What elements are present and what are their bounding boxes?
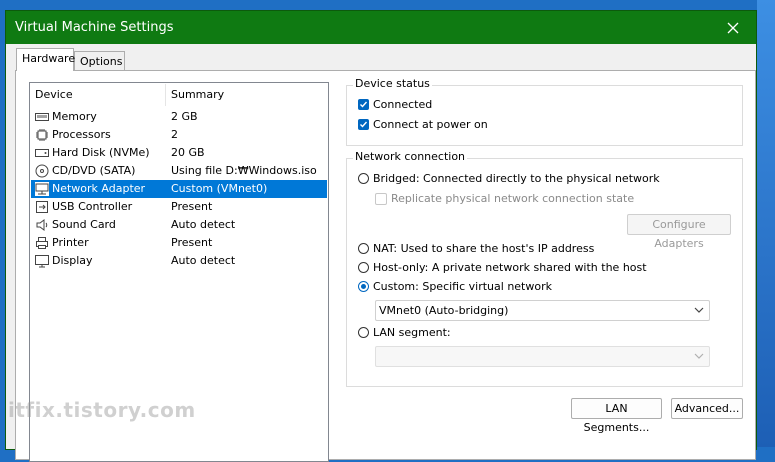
device-summary: Present [171, 200, 213, 213]
lan-segments-button[interactable]: LAN Segments... [571, 398, 662, 434]
device-summary: 2 [171, 128, 178, 141]
replicate-state-checkbox[interactable]: Replicate physical network connection st… [375, 192, 634, 205]
device-summary: 2 GB [171, 110, 198, 123]
device-row-processors[interactable]: Processors 2 [31, 126, 327, 144]
connected-checkbox[interactable]: Connected [358, 98, 432, 111]
lan-segment-label: LAN segment: [373, 326, 451, 339]
device-row-display[interactable]: Display Auto detect [31, 252, 327, 270]
column-header-summary[interactable]: Summary [166, 83, 326, 107]
device-name: Display [52, 254, 93, 267]
bridged-radio[interactable]: Bridged: Connected directly to the physi… [358, 172, 660, 185]
advanced-button[interactable]: Advanced... [671, 398, 743, 419]
device-row-memory[interactable]: Memory 2 GB [31, 108, 327, 126]
chevron-down-icon [694, 353, 704, 359]
cd-dvd-icon [35, 164, 49, 178]
device-summary: Auto detect [171, 218, 236, 231]
device-summary: Present [171, 236, 213, 249]
checkbox-checked-icon [358, 119, 369, 130]
device-name: Printer [52, 236, 89, 249]
tab-options[interactable]: Options [74, 51, 125, 71]
custom-label: Custom: Specific virtual network [373, 280, 552, 293]
device-summary: 20 GB [171, 146, 205, 159]
radio-off-icon [358, 243, 369, 254]
printer-icon [36, 237, 48, 249]
custom-network-dropdown[interactable]: VMnet0 (Auto-bridging) [375, 300, 710, 321]
device-summary: Auto detect [171, 254, 236, 267]
device-name: USB Controller [52, 200, 133, 213]
device-name: Processors [52, 128, 111, 141]
device-name: Network Adapter [52, 182, 146, 195]
network-adapter-icon [35, 182, 49, 196]
radio-on-icon [358, 281, 369, 292]
speaker-icon [36, 219, 48, 231]
device-row-usb-controller[interactable]: USB Controller Present [31, 198, 327, 216]
column-header-device[interactable]: Device [30, 83, 165, 107]
network-connection-label: Network connection [353, 150, 468, 163]
processor-icon [36, 129, 48, 141]
hard-disk-icon [35, 149, 49, 157]
connected-label: Connected [373, 98, 433, 111]
device-row-cd-dvd[interactable]: CD/DVD (SATA) Using file D:₩Windows.iso [31, 162, 327, 180]
checkbox-unchecked-icon [375, 192, 387, 205]
connect-at-power-on-checkbox[interactable]: Connect at power on [358, 118, 488, 131]
host-only-radio[interactable]: Host-only: A private network shared with… [358, 261, 647, 274]
device-summary: Custom (VMnet0) [171, 182, 268, 195]
device-row-sound-card[interactable]: Sound Card Auto detect [31, 216, 327, 234]
device-name: Memory [52, 110, 97, 123]
bridged-label: Bridged: Connected directly to the physi… [373, 172, 660, 185]
custom-radio[interactable]: Custom: Specific virtual network [358, 280, 552, 293]
usb-icon [36, 201, 48, 213]
window-title: Virtual Machine Settings [15, 20, 174, 35]
desktop-background [757, 0, 775, 447]
tab-hardware[interactable]: Hardware [16, 48, 75, 71]
memory-icon [35, 113, 49, 121]
lan-segment-radio[interactable]: LAN segment: [358, 326, 451, 339]
connect-at-power-on-label: Connect at power on [373, 118, 488, 131]
device-summary: Using file D:₩Windows.iso [171, 164, 317, 177]
nat-radio[interactable]: NAT: Used to share the host's IP address [358, 242, 594, 255]
network-connection-group: Network connection Bridged: Connected di… [346, 150, 743, 387]
device-row-printer[interactable]: Printer Present [31, 234, 327, 252]
settings-window: Virtual Machine Settings Hardware Option… [5, 10, 757, 462]
radio-off-icon [358, 262, 369, 273]
nat-label: NAT: Used to share the host's IP address [373, 242, 595, 255]
watermark: itfix.tistory.com [8, 398, 196, 422]
configure-adapters-button[interactable]: Configure Adapters [627, 214, 731, 250]
device-name: Sound Card [52, 218, 116, 231]
close-icon [727, 22, 739, 33]
device-status-group: Device status Connected Connect at power… [346, 77, 743, 146]
title-bar: Virtual Machine Settings [6, 11, 756, 44]
checkbox-checked-icon [358, 99, 369, 110]
device-name: CD/DVD (SATA) [52, 164, 136, 177]
chevron-down-icon [694, 307, 704, 313]
replicate-state-label: Replicate physical network connection st… [391, 192, 635, 205]
device-status-label: Device status [353, 77, 432, 90]
device-row-network-adapter[interactable]: Network Adapter Custom (VMnet0) [31, 180, 327, 198]
device-name: Hard Disk (NVMe) [52, 146, 150, 159]
host-only-label: Host-only: A private network shared with… [373, 261, 647, 274]
radio-off-icon [358, 173, 369, 184]
list-header: Device Summary [30, 83, 328, 107]
custom-network-value: VMnet0 (Auto-bridging) [379, 304, 509, 317]
device-row-hard-disk[interactable]: Hard Disk (NVMe) 20 GB [31, 144, 327, 162]
close-button[interactable] [710, 11, 756, 44]
display-icon [35, 255, 49, 268]
radio-off-icon [358, 327, 369, 338]
lan-segment-dropdown[interactable] [375, 346, 710, 367]
